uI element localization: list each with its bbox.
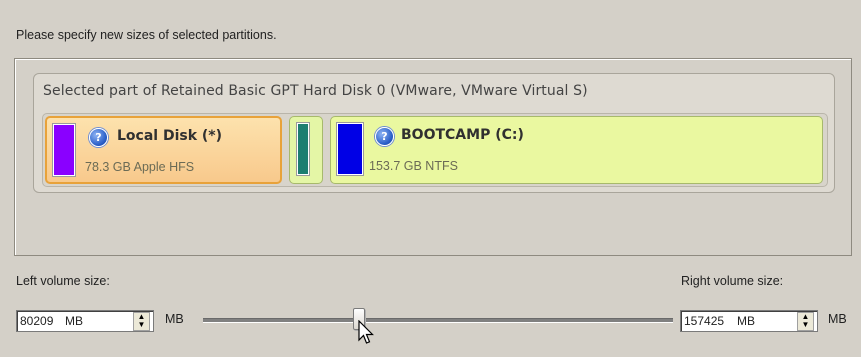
left-volume-value[interactable]: 80209 (20, 314, 53, 328)
help-icon[interactable]: ? (375, 127, 394, 146)
partition-bar: ? Local Disk (*) 78.3 GB Apple HFS ? BOO… (42, 113, 828, 187)
partition-color-swatch (297, 123, 309, 175)
mouse-pointer-icon (358, 319, 374, 349)
right-volume-spin-buttons[interactable]: ▲ ▼ (797, 312, 814, 331)
partition-group-box: Selected part of Retained Basic GPT Hard… (14, 58, 852, 256)
partition-info: 153.7 GB NTFS (369, 159, 458, 173)
partition-color-swatch (53, 124, 75, 176)
help-icon[interactable]: ? (89, 128, 108, 147)
partition-color-swatch (337, 123, 363, 175)
disk-panel: Selected part of Retained Basic GPT Hard… (33, 73, 835, 193)
disk-title: Selected part of Retained Basic GPT Hard… (43, 83, 588, 99)
right-volume-label: Right volume size: (681, 274, 784, 288)
partition-name: BOOTCAMP (C:) (401, 127, 524, 143)
left-volume-spin-buttons[interactable]: ▲ ▼ (133, 312, 150, 331)
instruction-text: Please specify new sizes of selected par… (16, 28, 277, 42)
slider-left-unit: MB (165, 312, 184, 326)
left-volume-stepper[interactable]: 80209 MB ▲ ▼ (16, 310, 154, 332)
partition-info: 78.3 GB Apple HFS (85, 160, 195, 174)
partition-bootcamp[interactable]: ? BOOTCAMP (C:) 153.7 GB NTFS (330, 116, 823, 184)
left-volume-unit: MB (65, 314, 83, 328)
right-volume-stepper[interactable]: 157425 MB ▲ ▼ (680, 310, 818, 332)
slider-right-unit: MB (828, 312, 847, 326)
partition-name: Local Disk (*) (117, 128, 223, 144)
partition-local-disk[interactable]: ? Local Disk (*) 78.3 GB Apple HFS (45, 116, 282, 184)
left-volume-label: Left volume size: (16, 274, 110, 288)
partition-small[interactable] (289, 116, 323, 184)
slider-track[interactable] (203, 318, 673, 323)
right-volume-unit: MB (737, 314, 755, 328)
right-volume-value[interactable]: 157425 (684, 314, 724, 328)
